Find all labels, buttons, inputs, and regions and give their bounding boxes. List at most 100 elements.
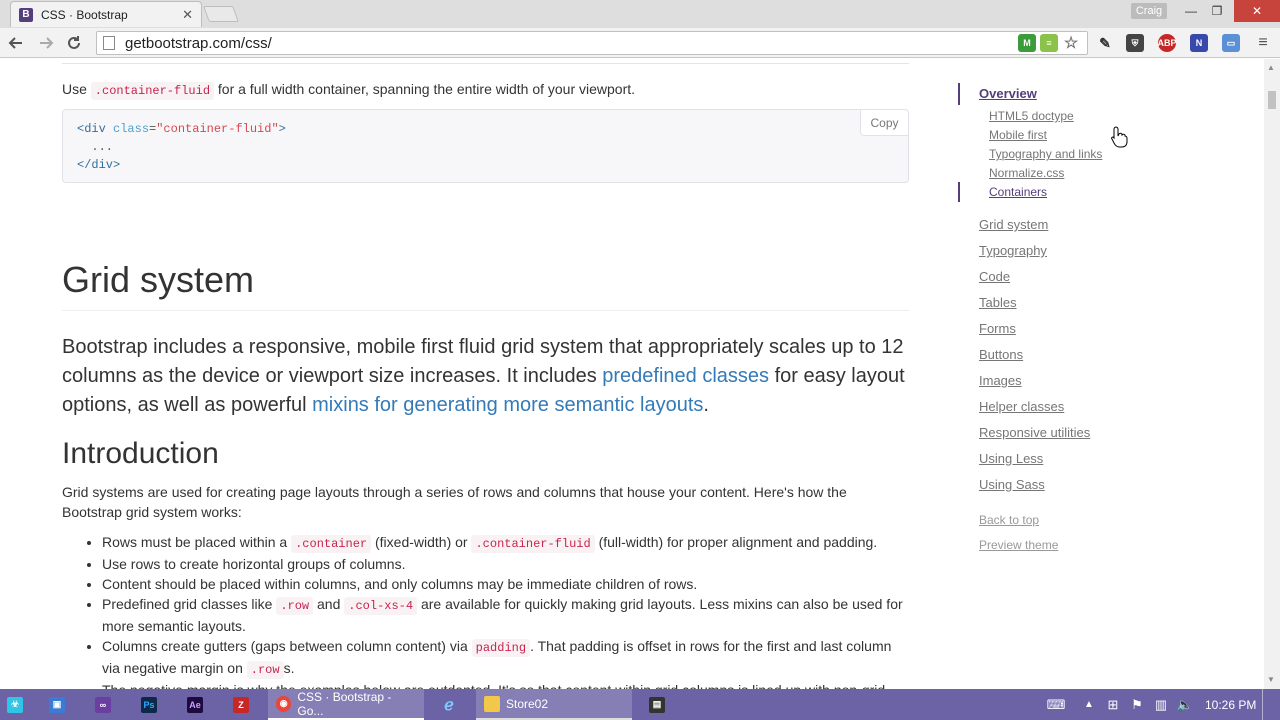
sidenav-item[interactable]: Tables (979, 295, 1017, 310)
page-content: Use .container-fluid for a full width co… (0, 59, 1264, 689)
back-arrow-icon (8, 37, 22, 49)
mixins-link[interactable]: mixins for generating more semantic layo… (312, 394, 703, 416)
taskbar-app[interactable]: ℯ (438, 689, 460, 720)
bootstrap-favicon-icon: B (19, 7, 33, 22)
show-desktop-button[interactable] (1262, 689, 1276, 720)
list-item: Columns create gutters (gaps between col… (102, 636, 912, 680)
copy-button[interactable]: Copy (860, 110, 908, 136)
extension-m-icon[interactable]: M (1018, 34, 1036, 52)
inline-code: .container-fluid (471, 535, 595, 553)
volume-icon[interactable]: 🔈 (1176, 689, 1194, 720)
page-icon (103, 36, 115, 50)
sidenav-overview[interactable]: Overview (979, 86, 1037, 101)
active-sub-indicator (958, 182, 960, 202)
restore-button[interactable]: ❐ (1202, 0, 1232, 22)
scroll-up-icon[interactable]: ▲ (1267, 63, 1275, 72)
taskbar-app[interactable]: ▣ (46, 689, 68, 720)
clock[interactable]: 10:26 PM (1205, 689, 1256, 720)
taskbar-app[interactable]: Ps (138, 689, 160, 720)
shield-icon[interactable]: ⛨ (1126, 34, 1144, 52)
inline-code: .col-xs-4 (344, 597, 418, 615)
inline-code: .row (276, 597, 314, 615)
taskbar-folder-task[interactable]: Store02 (476, 689, 632, 720)
store-app-icon: ▤ (649, 696, 665, 713)
intro-paragraph: Grid systems are used for creating page … (62, 484, 847, 520)
taskbar-app[interactable]: Z (230, 689, 252, 720)
scrollbar-thumb[interactable] (1268, 91, 1276, 109)
browser-tab[interactable]: B CSS · Bootstrap ✕ (10, 1, 202, 27)
sidenav-item[interactable]: Helper classes (979, 399, 1064, 414)
text: (full-width) for proper alignment and pa… (594, 534, 878, 550)
bookmark-star-icon[interactable]: ☆ (1062, 34, 1080, 52)
reload-button[interactable] (62, 32, 86, 54)
text: Rows must be placed within a (102, 534, 292, 550)
biohazard-start-icon: ☣ (7, 696, 23, 713)
sidenav-sub-item[interactable]: HTML5 doctype (989, 109, 1074, 123)
scroll-down-icon[interactable]: ▼ (1267, 675, 1275, 684)
taskbar-app[interactable]: ▤ (646, 689, 668, 720)
chrome-icon: ◉ (276, 695, 292, 712)
sidenav-item[interactable]: Responsive utilities (979, 425, 1090, 440)
sidenav-item[interactable]: Buttons (979, 347, 1023, 362)
menu-icon[interactable]: ≡ (1254, 34, 1272, 52)
heading-underline (62, 310, 909, 311)
text: (fixed-width) or (371, 534, 472, 550)
code-line: ... (77, 140, 114, 154)
tab-close-icon[interactable]: ✕ (182, 7, 193, 23)
text: Predefined grid classes like (102, 596, 277, 612)
forward-button[interactable] (34, 32, 58, 54)
code-tag: <div (77, 122, 114, 136)
taskbar-app[interactable]: ∞ (92, 689, 114, 720)
show-hidden-icons-icon[interactable]: ▲ (1080, 689, 1098, 720)
windows-icon[interactable]: ⊞ (1104, 689, 1122, 720)
network-icon[interactable]: ▥ (1152, 689, 1170, 720)
start-button[interactable]: ☣ (4, 689, 26, 720)
extension-window-icon[interactable]: ▭ (1222, 34, 1240, 52)
code-attr: class (113, 122, 150, 136)
inline-code: padding (471, 639, 531, 657)
vertical-scrollbar[interactable]: ▲ ▼ (1264, 59, 1280, 689)
address-bar[interactable]: getbootstrap.com/css/ (96, 31, 1088, 55)
task-label: Store02 (506, 696, 549, 711)
keyboard-icon[interactable]: ⌨ (1046, 689, 1066, 720)
sidenav-sub-item[interactable]: Mobile first (989, 128, 1047, 142)
sidenav-item[interactable]: Using Less (979, 451, 1043, 466)
photoshop-icon: Ps (141, 696, 157, 713)
rss-page-icon[interactable]: ≡ (1040, 34, 1058, 52)
list-item: Content should be placed within columns,… (102, 574, 912, 594)
sidenav-item[interactable]: Using Sass (979, 477, 1045, 492)
sidenav-item[interactable]: Typography (979, 243, 1047, 258)
taskbar-chrome-task[interactable]: ◉ CSS · Bootstrap - Go... (268, 689, 424, 720)
list-item: Predefined grid classes like .row and .c… (102, 594, 912, 636)
url-text: getbootstrap.com/css/ (125, 34, 272, 52)
back-to-top-link[interactable]: Back to top (979, 513, 1039, 527)
sidenav-item[interactable]: Code (979, 269, 1010, 284)
container-fluid-description: Use .container-fluid for a full width co… (62, 79, 635, 101)
eyedropper-icon[interactable]: ✎ (1096, 34, 1114, 52)
text: for a full width container, spanning the… (214, 81, 636, 97)
code-snippet: <div class="container-fluid"> ... </div> (77, 120, 286, 174)
flag-icon[interactable]: ⚑ (1128, 689, 1146, 720)
grid-rules-list: Rows must be placed within a .container … (102, 532, 912, 689)
list-item: Use rows to create horizontal groups of … (102, 554, 912, 574)
close-window-button[interactable]: ✕ (1234, 0, 1280, 22)
reload-icon (68, 36, 80, 49)
sidenav-sub-item[interactable]: Typography and links (989, 147, 1102, 161)
back-button[interactable] (4, 32, 28, 54)
sidenav-item[interactable]: Images (979, 373, 1022, 388)
predefined-classes-link[interactable]: predefined classes (602, 365, 769, 387)
list-item: The negative margin is why the examples … (102, 680, 912, 689)
task-label: CSS · Bootstrap - Go... (297, 689, 392, 718)
sidenav-sub-item[interactable]: Normalize.css (989, 166, 1064, 180)
sidenav-item[interactable]: Grid system (979, 217, 1048, 232)
sidenav-sub-item-active[interactable]: Containers (989, 185, 1047, 199)
adblock-icon[interactable]: ABP (1158, 34, 1177, 52)
hand-cursor-icon (1111, 126, 1128, 148)
preview-theme-link[interactable]: Preview theme (979, 538, 1058, 552)
profile-button[interactable]: Craig (1131, 3, 1167, 19)
extension-n-icon[interactable]: N (1190, 34, 1208, 52)
taskbar-app[interactable]: Ae (184, 689, 206, 720)
list-item: Rows must be placed within a .container … (102, 532, 912, 554)
sidenav-item[interactable]: Forms (979, 321, 1016, 336)
new-tab-button[interactable] (203, 6, 239, 22)
